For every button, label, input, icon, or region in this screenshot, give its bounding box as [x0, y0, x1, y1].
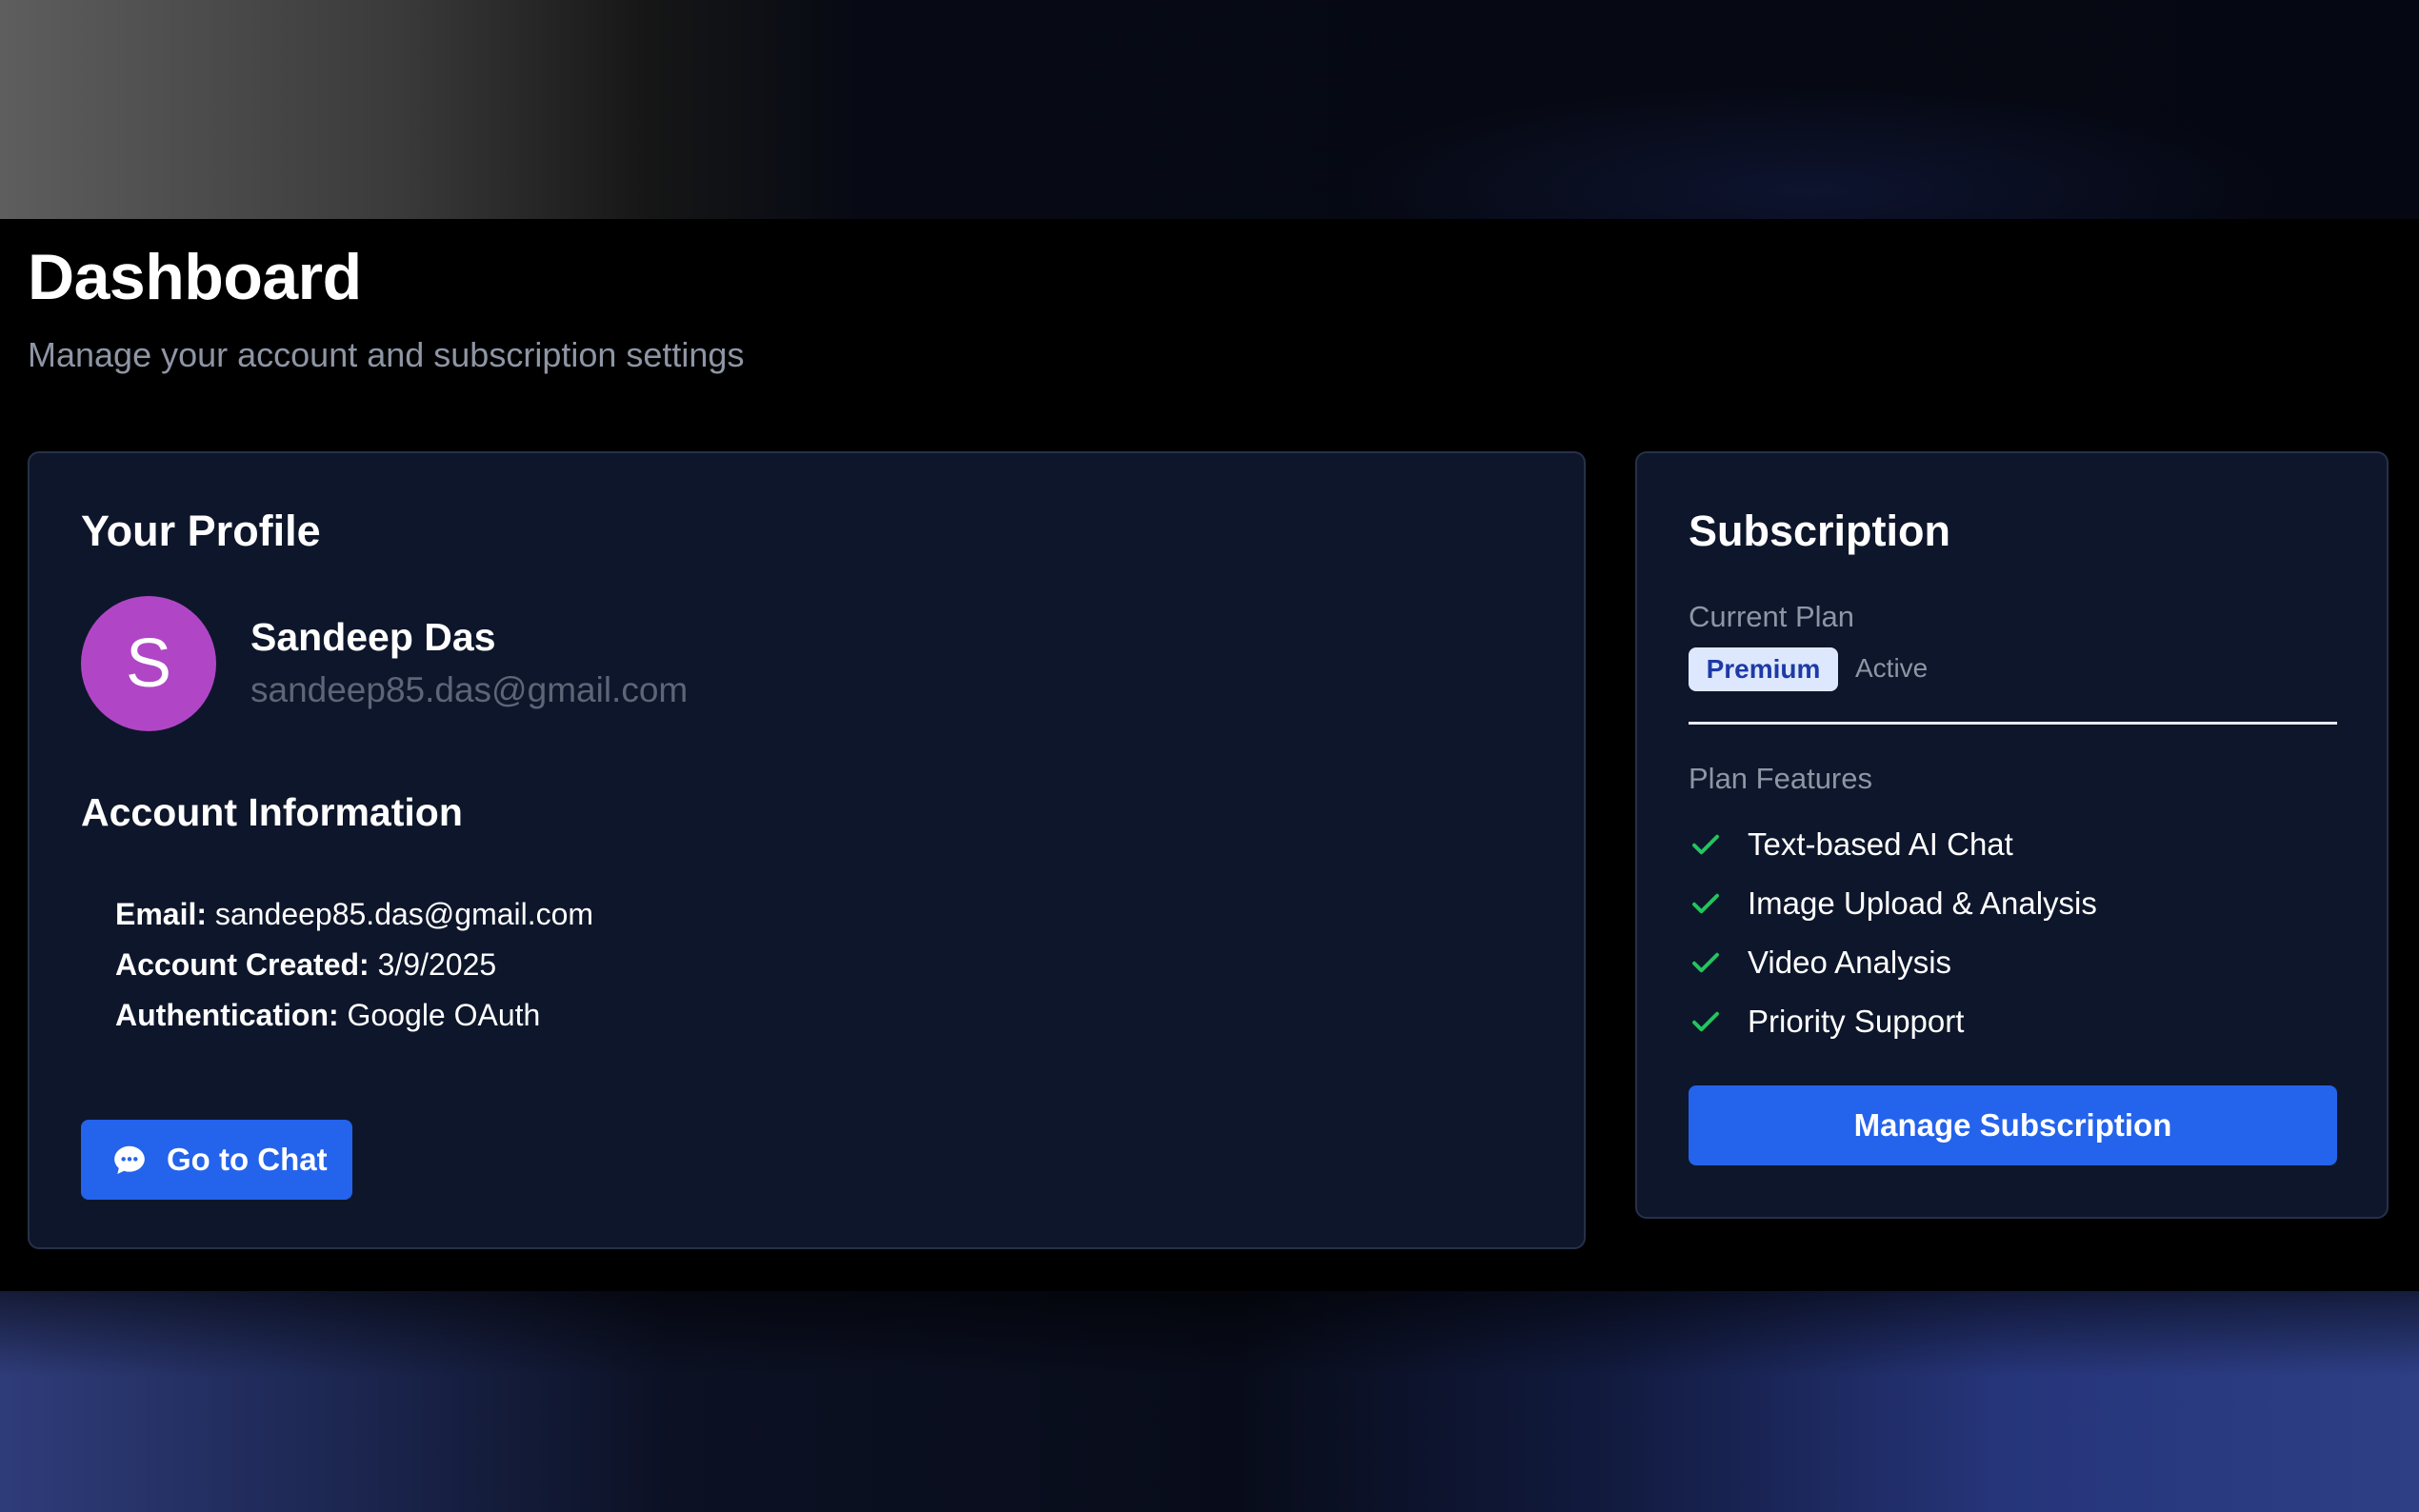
- info-label: Authentication:: [115, 998, 339, 1032]
- go-to-chat-button[interactable]: Go to Chat: [81, 1120, 352, 1200]
- profile-card-title: Your Profile: [81, 507, 321, 555]
- plan-features-list: Text-based AI Chat Image Upload & Analys…: [1689, 815, 2097, 1051]
- page-subtitle: Manage your account and subscription set…: [28, 335, 745, 374]
- info-row-auth: Authentication: Google OAuth: [115, 996, 593, 1046]
- info-label: Account Created:: [115, 947, 370, 982]
- list-item: Video Analysis: [1689, 933, 2097, 992]
- info-value: 3/9/2025: [377, 947, 497, 982]
- avatar: S: [81, 596, 216, 731]
- info-row-created: Account Created: 3/9/2025: [115, 945, 593, 996]
- account-info-list: Email: sandeep85.das@gmail.com Account C…: [115, 895, 593, 1046]
- account-info-title: Account Information: [81, 790, 463, 834]
- dashboard-main: Dashboard Manage your account and subscr…: [0, 219, 2419, 1291]
- user-email: sandeep85.das@gmail.com: [250, 670, 689, 709]
- info-value: sandeep85.das@gmail.com: [214, 897, 594, 931]
- list-item: Priority Support: [1689, 992, 2097, 1051]
- chat-bubble-icon: [111, 1142, 148, 1178]
- info-value: Google OAuth: [347, 998, 541, 1032]
- page-title: Dashboard: [28, 241, 362, 313]
- plan-features-label: Plan Features: [1689, 762, 1872, 795]
- feature-label: Priority Support: [1748, 1004, 1965, 1039]
- user-name: Sandeep Das: [250, 615, 496, 659]
- check-icon: [1689, 1005, 1723, 1039]
- info-row-email: Email: sandeep85.das@gmail.com: [115, 895, 593, 945]
- feature-label: Image Upload & Analysis: [1748, 885, 2097, 921]
- plan-badge: Premium: [1689, 647, 1838, 691]
- info-label: Email:: [115, 897, 208, 931]
- current-plan-label: Current Plan: [1689, 600, 1855, 633]
- subscription-card: Subscription Current Plan Premium Active…: [1635, 451, 2389, 1219]
- manage-subscription-button[interactable]: Manage Subscription: [1689, 1085, 2337, 1165]
- feature-label: Video Analysis: [1748, 945, 1952, 980]
- feature-label: Text-based AI Chat: [1748, 826, 2013, 862]
- check-icon: [1689, 945, 1723, 980]
- plan-status: Active: [1855, 653, 1929, 683]
- divider: [1689, 722, 2337, 725]
- go-to-chat-label: Go to Chat: [167, 1142, 328, 1177]
- background-top: [0, 0, 2419, 219]
- list-item: Text-based AI Chat: [1689, 815, 2097, 874]
- list-item: Image Upload & Analysis: [1689, 874, 2097, 933]
- profile-card: Your Profile S Sandeep Das sandeep85.das…: [28, 451, 1586, 1249]
- background-bottom: [0, 1291, 2419, 1512]
- check-icon: [1689, 886, 1723, 921]
- check-icon: [1689, 827, 1723, 862]
- subscription-card-title: Subscription: [1689, 507, 1951, 555]
